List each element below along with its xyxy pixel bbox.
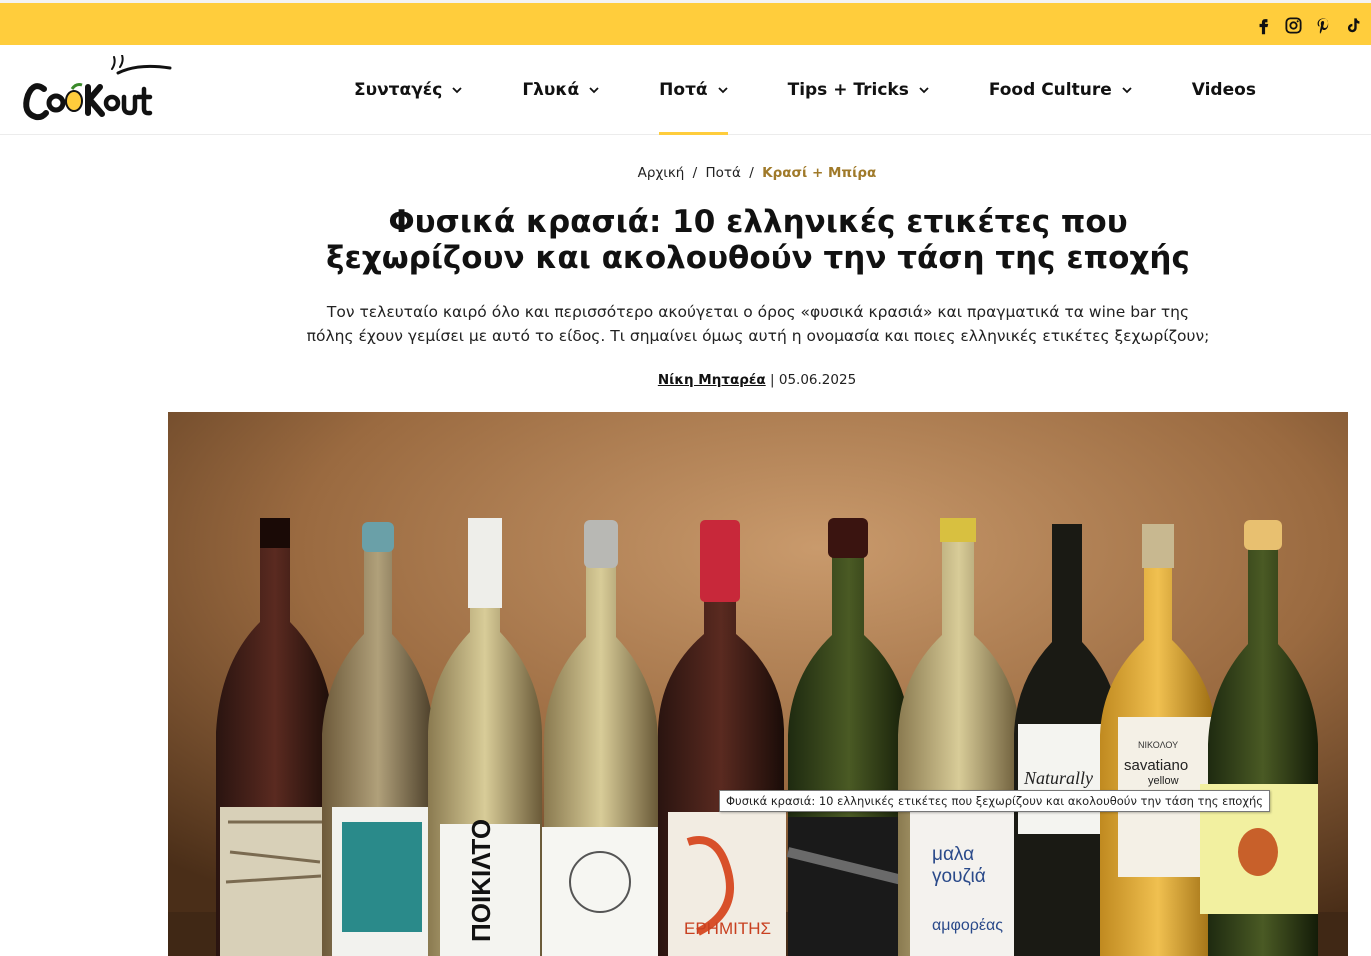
bottle-label-text: γουζιά [932,866,986,887]
top-bar [0,0,1371,45]
nav-item-videos[interactable]: Videos [1178,45,1256,135]
bottle-label-text: ΠΟΙΚΙΛΤΟ [466,819,496,942]
breadcrumb: Αρχική / Ποτά / Κρασί + Μπίρα [0,165,1371,181]
chevron-down-icon [1122,87,1132,94]
chevron-down-icon [717,87,728,94]
site-header: Συνταγές Γλυκά Ποτά Tips + Tricks Food C… [0,45,1371,135]
chevron-down-icon [919,87,929,94]
author-link[interactable]: Νίκη Μηταρέα [658,372,766,388]
breadcrumb-current: Κρασί + Μπίρα [762,165,877,181]
main-nav: Συνταγές Γλυκά Ποτά Tips + Tricks Food C… [340,45,1302,135]
social-links [1253,15,1363,35]
breadcrumb-category[interactable]: Ποτά [706,165,741,181]
nav-item-glyka[interactable]: Γλυκά [508,45,599,135]
bottle-label-text: savatiano [1124,757,1188,774]
bottle-label-text: μαλα [932,844,974,865]
site-logo[interactable] [20,54,180,125]
article-title-line2: ξεχωρίζουν και ακολουθούν την τάση της ε… [326,240,1190,276]
hero-image[interactable]: ΠΟΙΚΙΛΤΟ ΕΡΗΜΙΤΗΣ μαλα γουζιά αμφορέας N… [168,412,1348,956]
nav-item-label: Συνταγές [354,80,443,100]
bottle-label-text: ΝΙΚΟΛΟΥ [1138,740,1178,750]
bottle-label-text: yellow [1148,775,1179,787]
breadcrumb-home[interactable]: Αρχική [638,165,685,181]
article-lead: Τον τελευταίο καιρό όλο και περισσότερο … [290,300,1226,348]
bottle-label-text: ΕΡΗΜΙΤΗΣ [684,919,771,938]
breadcrumb-separator: / [692,165,698,181]
nav-item-label: Tips + Tricks [787,80,909,100]
byline-separator: | [770,372,775,388]
nav-item-label: Γλυκά [522,80,580,100]
bottle-label-text: Naturally [1023,768,1093,788]
nav-item-label: Ποτά [659,80,708,100]
article-lead-line2: πόλης έχουν γεμίσει με αυτό το είδος. Τι… [306,327,1210,345]
nav-item-label: Food Culture [988,80,1112,100]
chevron-down-icon [452,87,462,94]
breadcrumb-separator: / [749,165,754,181]
pinterest-icon[interactable] [1313,15,1333,35]
article-title-line1: Φυσικά κρασιά: 10 ελληνικές ετικέτες που [388,204,1128,240]
nav-item-tips-tricks[interactable]: Tips + Tricks [774,45,929,135]
nav-item-label: Videos [1191,80,1256,100]
article-title: Φυσικά κρασιά: 10 ελληνικές ετικέτες που… [300,204,1216,276]
article-date: 05.06.2025 [778,372,857,388]
facebook-icon[interactable] [1253,15,1273,35]
instagram-icon[interactable] [1283,15,1303,35]
bottle-label-text: αμφορέας [932,917,1003,934]
nav-item-pota[interactable]: Ποτά [645,45,729,135]
chevron-down-icon [589,87,599,94]
article-byline: Νίκη Μηταρέα | 05.06.2025 [0,372,1371,388]
tiktok-icon[interactable] [1343,15,1363,35]
article-lead-line1: Τον τελευταίο καιρό όλο και περισσότερο … [326,303,1190,321]
nav-item-syntages[interactable]: Συνταγές [340,45,462,135]
image-tooltip: Φυσικά κρασιά: 10 ελληνικές ετικέτες που… [719,790,1271,812]
nav-item-food-culture[interactable]: Food Culture [975,45,1132,135]
